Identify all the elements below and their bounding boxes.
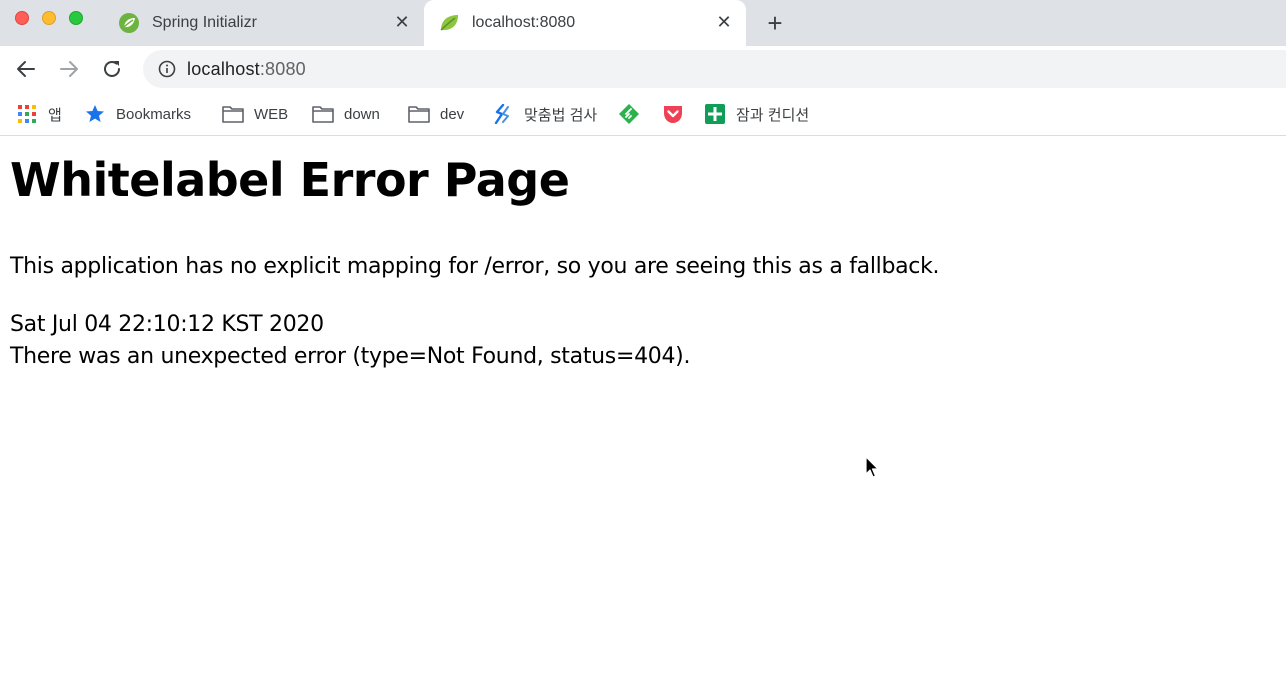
bookmark-apps[interactable]: 앱 (16, 102, 62, 126)
bookmark-label: WEB (254, 105, 289, 123)
close-icon[interactable]: ✕ (392, 12, 412, 32)
pocket-icon (662, 103, 684, 125)
tab-spring-initializr[interactable]: Spring Initializr ✕ (106, 0, 422, 46)
url-port: :8080 (259, 58, 306, 79)
spring-boot-leaf-icon (438, 12, 460, 34)
maximize-window-button[interactable] (69, 11, 83, 25)
bookmark-label: dev (440, 105, 465, 123)
page-content: Whitelabel Error Page This application h… (10, 137, 1276, 373)
bookmark-folder-web[interactable]: WEB (222, 102, 288, 126)
bookmarks-bar: 앱 Bookmarks WEB down dev 맞춤법 검사 잠과 컨디션 (0, 92, 1286, 136)
error-details: Sat Jul 04 22:10:12 KST 2020 There was a… (10, 309, 1276, 373)
tab-title: localhost:8080 (472, 14, 576, 31)
sheets-plus-icon (704, 103, 726, 125)
folder-icon (408, 103, 430, 125)
bookmark-folder-dev[interactable]: dev (408, 102, 464, 126)
url-text[interactable]: localhost:8080 (187, 59, 306, 80)
folder-icon (222, 103, 244, 125)
spring-leaf-icon (118, 12, 140, 34)
reload-icon[interactable] (99, 56, 125, 82)
close-icon[interactable]: ✕ (714, 12, 734, 32)
bookmark-label: Bookmarks (116, 105, 192, 123)
bookmark-label: 맞춤법 검사 (524, 106, 598, 124)
bookmark-bookmarks[interactable]: Bookmarks (84, 102, 191, 126)
error-status: There was an unexpected error (type=Not … (10, 344, 691, 369)
feedly-icon (618, 103, 640, 125)
error-explanation: This application has no explicit mapping… (10, 254, 940, 279)
bookmark-spell-check[interactable]: 맞춤법 검사 (492, 102, 597, 126)
bookmark-folder-down[interactable]: down (312, 102, 380, 126)
spell-check-icon (492, 103, 514, 125)
star-icon (84, 103, 106, 125)
mouse-pointer-icon (865, 456, 879, 478)
close-window-button[interactable] (15, 11, 29, 25)
url-host: localhost (187, 58, 260, 79)
bookmark-label: 잠과 컨디션 (736, 106, 810, 124)
apps-grid-icon (16, 103, 38, 125)
forward-arrow-icon[interactable] (56, 56, 82, 82)
minimize-window-button[interactable] (42, 11, 56, 25)
folder-icon (312, 103, 334, 125)
new-tab-button[interactable]: + (762, 8, 788, 38)
info-icon[interactable] (157, 59, 177, 79)
page-title: Whitelabel Error Page (10, 153, 570, 207)
bookmark-label: 앱 (48, 106, 62, 124)
bookmark-pocket[interactable] (662, 102, 694, 126)
bookmark-sheets[interactable]: 잠과 컨디션 (704, 102, 809, 126)
back-arrow-icon[interactable] (13, 56, 39, 82)
bookmark-feedly[interactable] (618, 102, 650, 126)
tab-title: Spring Initializr (152, 14, 257, 31)
error-timestamp: Sat Jul 04 22:10:12 KST 2020 (10, 312, 324, 337)
address-bar[interactable]: localhost:8080 (143, 50, 1286, 88)
tab-localhost[interactable]: localhost:8080 ✕ (424, 0, 746, 46)
browser-toolbar: localhost:8080 (0, 46, 1286, 92)
tab-strip: Spring Initializr ✕ localhost:8080 ✕ + (0, 0, 1286, 46)
bookmark-label: down (344, 105, 380, 123)
